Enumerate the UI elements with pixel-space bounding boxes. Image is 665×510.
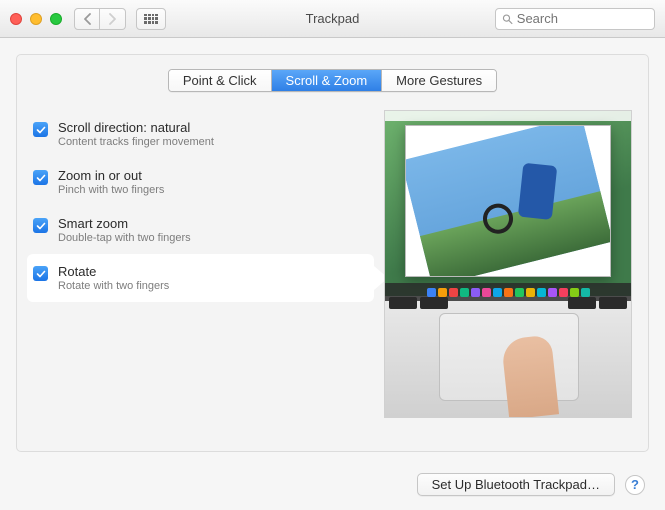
- nav-buttons: [74, 8, 126, 30]
- gesture-preview: [384, 110, 632, 418]
- option-title: Rotate: [58, 264, 169, 279]
- show-all-button[interactable]: [136, 8, 166, 30]
- close-icon[interactable]: [10, 13, 22, 25]
- option-subtitle: Double-tap with two fingers: [58, 232, 191, 244]
- tab-more-gestures[interactable]: More Gestures: [382, 70, 496, 91]
- setup-bluetooth-button[interactable]: Set Up Bluetooth Trackpad…: [417, 473, 615, 496]
- option-zoom-in-or-out[interactable]: Zoom in or outPinch with two fingers: [27, 158, 374, 206]
- option-subtitle: Rotate with two fingers: [58, 280, 169, 292]
- help-button[interactable]: ?: [625, 475, 645, 495]
- minimize-icon[interactable]: [30, 13, 42, 25]
- options-list: Scroll direction: naturalContent tracks …: [27, 110, 374, 418]
- search-field[interactable]: [495, 8, 655, 30]
- preferences-panel: Point & ClickScroll & ZoomMore Gestures …: [16, 54, 649, 452]
- option-title: Zoom in or out: [58, 168, 164, 183]
- checkbox[interactable]: [33, 266, 48, 281]
- option-rotate[interactable]: RotateRotate with two fingers: [27, 254, 374, 302]
- tab-point-click[interactable]: Point & Click: [169, 70, 272, 91]
- tab-scroll-zoom[interactable]: Scroll & Zoom: [272, 70, 383, 91]
- forward-button[interactable]: [100, 8, 126, 30]
- window-controls: [10, 13, 62, 25]
- option-scroll-direction-natural[interactable]: Scroll direction: naturalContent tracks …: [27, 110, 374, 158]
- footer: Set Up Bluetooth Trackpad… ?: [417, 473, 645, 496]
- search-icon: [502, 13, 513, 25]
- back-button[interactable]: [74, 8, 100, 30]
- checkbox[interactable]: [33, 170, 48, 185]
- option-smart-zoom[interactable]: Smart zoomDouble-tap with two fingers: [27, 206, 374, 254]
- checkbox[interactable]: [33, 218, 48, 233]
- grid-icon: [144, 14, 158, 24]
- search-input[interactable]: [517, 11, 648, 26]
- tab-bar: Point & ClickScroll & ZoomMore Gestures: [168, 69, 497, 92]
- titlebar: Trackpad: [0, 0, 665, 38]
- option-subtitle: Content tracks finger movement: [58, 136, 214, 148]
- option-title: Smart zoom: [58, 216, 191, 231]
- option-title: Scroll direction: natural: [58, 120, 214, 135]
- option-subtitle: Pinch with two fingers: [58, 184, 164, 196]
- checkbox[interactable]: [33, 122, 48, 137]
- zoom-icon[interactable]: [50, 13, 62, 25]
